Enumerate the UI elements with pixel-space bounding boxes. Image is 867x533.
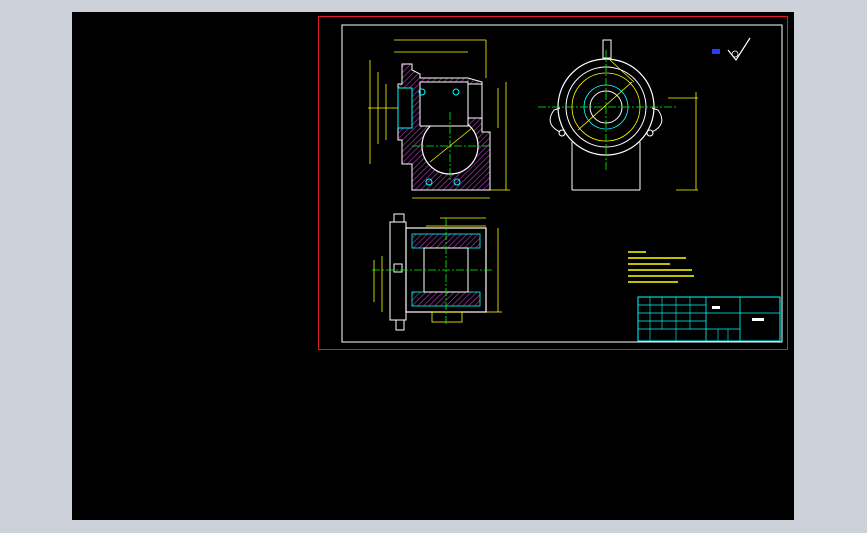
front-left-boss <box>397 87 413 129</box>
top-left-cap-bottom <box>395 319 405 331</box>
side-view <box>538 39 698 191</box>
drawing-canvas <box>341 24 783 343</box>
front-right-boss <box>467 83 483 119</box>
top-section-view <box>372 213 502 331</box>
side-ear-hole-right <box>646 129 654 137</box>
roughness-tag <box>712 49 720 54</box>
top-bottom-flange <box>431 311 463 323</box>
side-ear-hole-left <box>558 129 566 137</box>
title-block <box>637 296 781 342</box>
side-top-boss <box>602 39 612 59</box>
cad-viewport[interactable] <box>72 12 794 520</box>
technical-notes <box>628 251 694 283</box>
front-pocket-top <box>419 81 469 127</box>
roughness-symbol <box>712 37 751 62</box>
top-left-cap <box>393 213 405 223</box>
top-left-shaft <box>389 221 407 321</box>
top-small-square <box>393 263 403 273</box>
front-section-view <box>368 39 510 199</box>
